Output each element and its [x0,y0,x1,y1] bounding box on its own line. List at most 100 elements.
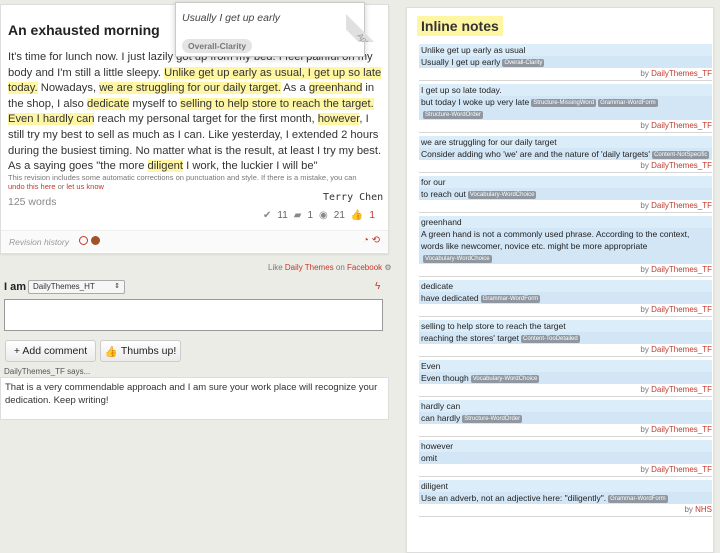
note-phrase: Unlike get up early as usual [419,44,712,56]
note-author-link[interactable]: NHS [695,505,712,514]
note-author-link[interactable]: DailyThemes_TF [651,201,712,210]
revision-dots [79,236,100,245]
note-byline: by DailyThemes_TF [640,465,712,474]
note-item[interactable]: Unlike get up early as usual Usually I ge… [419,44,712,81]
comment-count: 1 [307,210,314,221]
note-correction: can hardly Structure-WordOrder [419,412,712,424]
note-tag: Content-TooDetailed [521,335,580,343]
note-byline: by DailyThemes_TF [640,305,712,314]
date-ribbon: Apr 26 [346,2,391,42]
note-item[interactable]: greenhand A green hand is not a commonly … [419,216,712,277]
note-tag: Grammar-WordForm [608,495,668,503]
note-correction: reaching the stores' target Content-TooDe… [419,332,712,344]
highlighted-phrase[interactable]: Even I hardly can [8,113,95,126]
note-tag: Structure-MissingWord [531,99,597,107]
popup-correction-text: Usually I get up early [182,12,281,24]
note-tag: Vocabulary-WordChoice [423,255,492,263]
note-author-link[interactable]: DailyThemes_TF [651,465,712,474]
note-item[interactable]: diligent Use an adverb, not an adjective … [419,480,712,517]
commenter-says: DailyThemes_TF says... [4,367,91,376]
highlighted-phrase[interactable]: greenhand [308,82,363,95]
note-author-link[interactable]: DailyThemes_TF [651,305,712,314]
revision-dot-1[interactable] [79,236,88,245]
entry-text: As a [280,82,309,95]
facebook-like-line: Like Daily Themes on Facebook ⚙ [268,263,392,272]
let-us-know-link[interactable]: let us know [66,182,104,191]
thumbs-up-icon: 👍 [104,345,118,358]
facebook-link[interactable]: Facebook [347,263,382,272]
entry-text: myself to [129,97,181,110]
note-item[interactable]: for our to reach out Vocabulary-WordChoice… [419,176,712,213]
note-phrase: for our [419,176,712,188]
entry-text: Nowadays, [37,82,100,95]
check-count: 11 [277,210,288,221]
note-author-link[interactable]: DailyThemes_TF [651,385,712,394]
note-author-link[interactable]: DailyThemes_TF [651,265,712,274]
note-correction: but today I woke up very late Structure-M… [419,96,712,120]
entry-author[interactable]: Terry Chen [323,192,383,203]
note-item[interactable]: I get up so late today. but today I woke … [419,84,712,133]
note-item[interactable]: however omit by DailyThemes_TF [419,440,712,477]
note-item[interactable]: dedicate have dedicated Grammar-WordForm by… [419,280,712,317]
note-correction: to reach out Vocabulary-WordChoice [419,188,712,200]
revision-dot-2[interactable] [91,236,100,245]
eye-icon: ◉ [319,210,328,221]
view-count: 21 [333,210,345,221]
note-phrase: hardly can [419,400,712,412]
highlighted-phrase[interactable]: dedicate [87,97,130,110]
note-correction: Use an adverb, not an adjective here: "d… [419,492,712,504]
note-byline: by DailyThemes_TF [640,161,712,170]
note-correction: have dedicated Grammar-WordForm [419,292,712,304]
comment-textarea[interactable] [4,299,383,331]
revision-history-label: Revision history [9,237,69,247]
note-phrase: greenhand [419,216,712,228]
check-icon: ✔ [263,210,272,221]
user-select[interactable]: DailyThemes_HT ⇕ [28,280,125,294]
highlighted-phrase[interactable]: however [317,113,360,126]
note-author-link[interactable]: DailyThemes_TF [651,161,712,170]
note-correction: Consider adding who 'we' are and the nat… [419,148,712,160]
note-tag: Content-NotSpecific [652,151,710,159]
entry-stats: ✔ 11 ▰ 1 ◉ 21 👍 1 [263,210,375,221]
highlighted-phrase[interactable]: we are struggling for our daily target. [99,82,281,95]
note-item[interactable]: selling to help store to reach the targe… [419,320,712,357]
note-correction: A green hand is not a commonly used phra… [419,228,712,264]
note-byline: by DailyThemes_TF [640,201,712,210]
last-line-end: I work, the luckier I will be" [183,160,318,173]
note-author-link[interactable]: DailyThemes_TF [651,121,712,130]
note-phrase: we are struggling for our daily target [419,136,712,148]
inline-notes-list: Unlike get up early as usual Usually I ge… [419,44,712,520]
popup-tag: Overall-Clarity [182,39,253,53]
note-correction: omit [419,452,712,464]
note-phrase: I get up so late today. [419,84,712,96]
note-phrase: diligent [419,480,712,492]
note-byline: by DailyThemes_TF [640,345,712,354]
note-phrase: dedicate [419,280,712,292]
thumbs-up-button[interactable]: 👍 Thumbs up! [100,340,181,362]
highlighted-phrase[interactable]: selling to help store to reach the targe… [180,97,374,110]
highlighted-phrase[interactable]: diligent [147,160,183,173]
revision-note: This revision includes some automatic co… [8,173,357,191]
thumbs-count: 1 [369,210,375,221]
revision-tools-icon[interactable]: ◔ ⟲ [363,235,380,246]
external-link-icon: ⚙ [384,263,392,272]
lightning-icon[interactable]: ϟ [375,281,380,292]
note-byline: by DailyThemes_TF [640,69,712,78]
note-item[interactable]: Even Even though Vocabulary-WordChoice by D… [419,360,712,397]
add-comment-button[interactable]: + Add comment [5,340,96,362]
comment-icon: ▰ [293,210,302,221]
undo-link[interactable]: undo this here [8,182,56,191]
note-item[interactable]: we are struggling for our daily target Co… [419,136,712,173]
daily-themes-link[interactable]: Daily Themes [285,263,334,272]
thumbs-up-icon[interactable]: 👍 [351,210,363,221]
note-item[interactable]: hardly can can hardly Structure-WordOrder b… [419,400,712,437]
chevron-updown-icon: ⇕ [114,283,120,290]
note-author-link[interactable]: DailyThemes_TF [651,69,712,78]
note-tag: Grammar-WordForm [598,99,658,107]
entry-title: An exhausted morning [8,22,160,38]
note-author-link[interactable]: DailyThemes_TF [651,425,712,434]
note-author-link[interactable]: DailyThemes_TF [651,345,712,354]
note-correction: Even though Vocabulary-WordChoice [419,372,712,384]
note-phrase: selling to help store to reach the targe… [419,320,712,332]
note-tag: Vocabulary-WordChoice [470,375,540,383]
